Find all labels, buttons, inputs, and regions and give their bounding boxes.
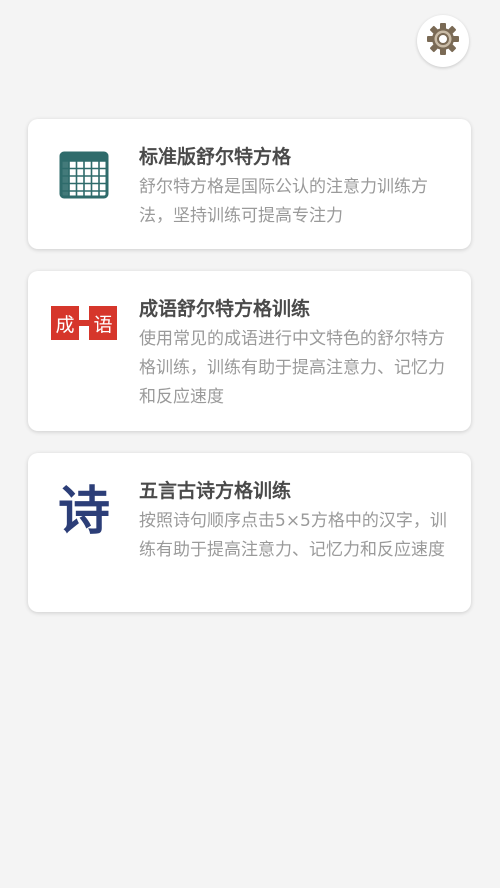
- card-description: 按照诗句顺序点击5×5方格中的汉字，训练有助于提高注意力、记忆力和反应速度: [139, 511, 447, 560]
- card-poem-grid[interactable]: 诗 五言古诗方格训练 按照诗句顺序点击5×5方格中的汉字，训练有助于提高注意力、…: [28, 453, 471, 612]
- card-title: 标准版舒尔特方格: [139, 146, 292, 168]
- poem-icon-char: 诗: [58, 481, 110, 539]
- idiom-stamp-icon: 成 语: [50, 303, 118, 343]
- card-idiom-schulte[interactable]: 成 语 成语舒尔特方格训练 使用常见的成语进行中文特色的舒尔特方格训练，训练有助…: [28, 271, 471, 431]
- settings-button[interactable]: [417, 15, 469, 67]
- card-standard-schulte[interactable]: 标准版舒尔特方格 舒尔特方格是国际公认的注意力训练方法，坚持训练可提高专注力: [28, 119, 471, 249]
- card-description: 使用常见的成语进行中文特色的舒尔特方格训练，训练有助于提高注意力、记忆力和反应速…: [139, 329, 445, 407]
- card-title: 成语舒尔特方格训练: [139, 298, 311, 320]
- poem-character-icon: 诗: [50, 479, 118, 539]
- gear-icon: [425, 21, 461, 61]
- card-title: 五言古诗方格训练: [139, 480, 292, 502]
- card-description: 舒尔特方格是国际公认的注意力训练方法，坚持训练可提高专注力: [139, 177, 428, 226]
- idiom-icon-char-1: 成: [55, 314, 74, 336]
- grid-table-icon: [50, 149, 118, 201]
- idiom-icon-char-2: 语: [93, 314, 112, 336]
